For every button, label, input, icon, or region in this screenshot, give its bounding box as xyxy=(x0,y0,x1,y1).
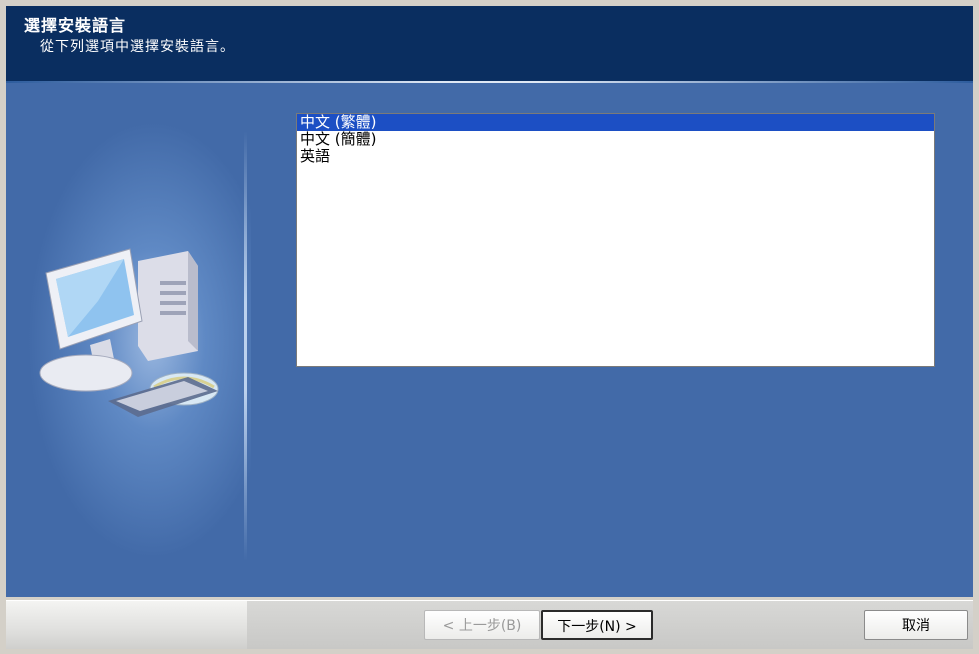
content-panel: 中文 (繁體) 中文 (簡體) 英語 xyxy=(6,83,973,597)
list-item-english[interactable]: 英語 xyxy=(297,148,934,165)
footer-bar: < 上一步(B) 下一步(N) > 取消 xyxy=(6,597,973,654)
cancel-button[interactable]: 取消 xyxy=(864,610,968,640)
page-subtitle: 從下列選項中選擇安裝語言。 xyxy=(40,39,235,55)
computer-icon xyxy=(39,248,219,417)
back-button[interactable]: < 上一步(B) xyxy=(424,610,540,640)
side-divider xyxy=(244,131,247,561)
next-button[interactable]: 下一步(N) > xyxy=(541,610,653,640)
page-title: 選擇安裝語言 xyxy=(24,16,127,35)
installer-window: 選擇安裝語言 從下列選項中選擇安裝語言。 中文 (繁體) 中文 (簡體) 英語 … xyxy=(0,0,979,654)
header-panel: 選擇安裝語言 從下列選項中選擇安裝語言。 xyxy=(6,6,973,81)
list-item-traditional-chinese[interactable]: 中文 (繁體) xyxy=(297,114,934,131)
list-item-simplified-chinese[interactable]: 中文 (簡體) xyxy=(297,131,934,148)
language-listbox[interactable]: 中文 (繁體) 中文 (簡體) 英語 xyxy=(296,113,935,367)
